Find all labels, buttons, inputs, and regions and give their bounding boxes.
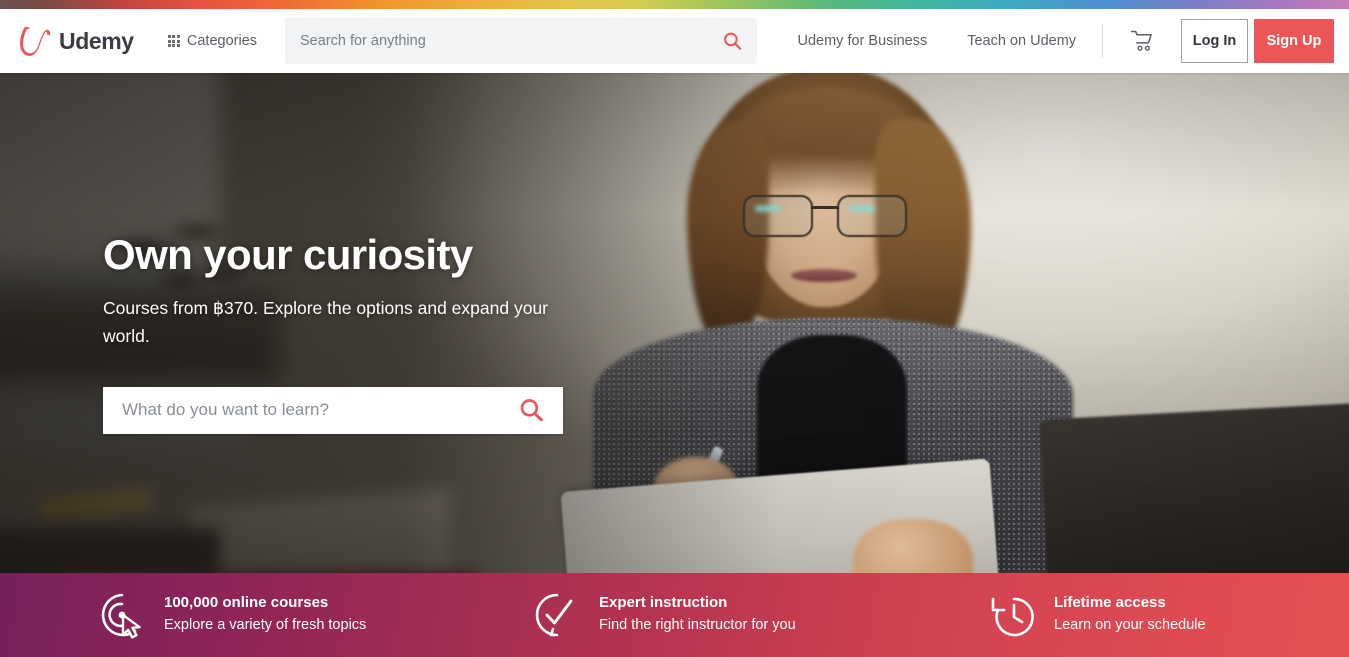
- categories-label: Categories: [186, 33, 258, 49]
- grid-9-dots-icon: [167, 34, 180, 48]
- hero-search-submit-button[interactable]: [516, 395, 547, 426]
- feature-bar: 100,000 online courses Explore a variety…: [0, 573, 1349, 657]
- cart-button[interactable]: [1125, 25, 1159, 57]
- feature-title: 100,000 online courses: [164, 594, 329, 612]
- shopping-cart-icon: [1130, 30, 1152, 51]
- udemy-logo-text: Udemy: [59, 27, 134, 54]
- hero-title: Own your curiosity: [103, 231, 473, 278]
- signup-button[interactable]: Sign Up: [1254, 19, 1334, 63]
- hero-search-box[interactable]: [103, 386, 563, 434]
- search-icon: [520, 399, 543, 422]
- feature-desc: Explore a variety of fresh topics: [164, 617, 367, 634]
- udemy-homepage: Udemy Categories Udemy for Business Teac…: [0, 0, 1349, 657]
- feature-title: Expert instruction: [599, 594, 728, 612]
- header-divider: [1102, 24, 1103, 58]
- hero-content: Own your curiosity Courses from ฿370. Ex…: [103, 231, 623, 434]
- feature-item-expert-instruction: Expert instruction Find the right instru…: [533, 591, 796, 639]
- feature-desc: Find the right instructor for you: [599, 617, 796, 634]
- login-button[interactable]: Log In: [1181, 19, 1248, 63]
- hero-subtitle: Courses from ฿370. Explore the options a…: [103, 298, 549, 347]
- clock-rewind-icon: [991, 597, 1034, 637]
- nav-link-teach-on-udemy[interactable]: Teach on Udemy: [967, 33, 1076, 49]
- feature-item-online-courses: 100,000 online courses Explore a variety…: [98, 591, 366, 639]
- header-nav-links: Udemy for Business Teach on Udemy: [797, 33, 1076, 49]
- feature-title: Lifetime access: [1054, 594, 1166, 612]
- feature-item-lifetime-access: Lifetime access Learn on your schedule: [988, 591, 1206, 639]
- rainbow-gradient-strip: [0, 0, 1349, 9]
- udemy-u-logo-icon: [20, 26, 51, 56]
- nav-link-udemy-for-business[interactable]: Udemy for Business: [797, 33, 927, 49]
- hero-banner: Own your curiosity Courses from ฿370. Ex…: [0, 73, 1349, 573]
- header-search-box[interactable]: [285, 18, 758, 64]
- search-icon: [724, 32, 742, 50]
- search-input[interactable]: [286, 33, 757, 49]
- hero-search-input[interactable]: [103, 400, 563, 421]
- search-submit-button[interactable]: [719, 28, 746, 55]
- categories-menu[interactable]: Categories: [167, 33, 258, 49]
- checkmark-circle-icon: [535, 593, 573, 637]
- site-header: Udemy Categories Udemy for Business Teac…: [0, 9, 1349, 73]
- feature-desc: Learn on your schedule: [1054, 617, 1206, 634]
- auth-buttons: Log In Sign Up: [1181, 19, 1334, 63]
- udemy-logo-link[interactable]: Udemy: [20, 26, 134, 56]
- cursor-in-circle-icon: [101, 593, 141, 639]
